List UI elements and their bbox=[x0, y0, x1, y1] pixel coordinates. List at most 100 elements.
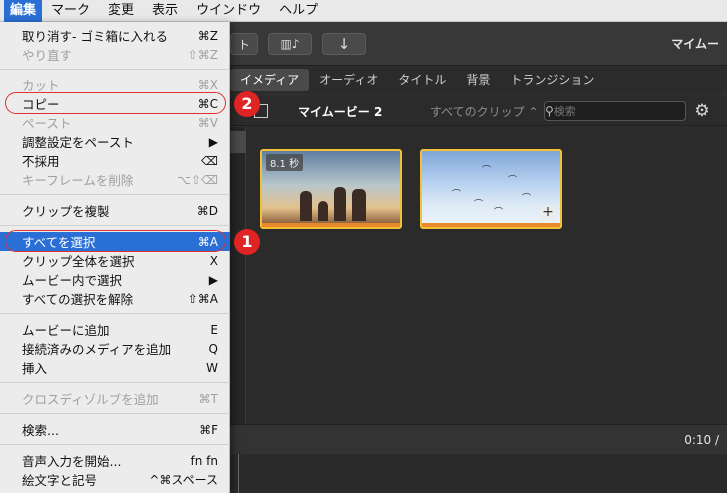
menu-item-duplicate-clip[interactable]: クリップを複製 ⌘D bbox=[0, 201, 230, 220]
menu-item-select-all[interactable]: すべてを選択 ⌘A bbox=[0, 232, 230, 251]
menu-item-reject[interactable]: 不採用 ⌫ bbox=[0, 151, 230, 170]
menu-item-shortcut: ⇧⌘A bbox=[187, 291, 218, 306]
menu-item-shortcut: Q bbox=[208, 341, 218, 356]
menu-item-label: 調整設定をペースト bbox=[22, 135, 134, 150]
submenu-arrow-icon: ▶ bbox=[208, 134, 218, 149]
sidebar-selected-item[interactable] bbox=[230, 131, 246, 153]
gear-icon[interactable]: ⚙ bbox=[692, 101, 712, 121]
clip-thumbnail-seagulls[interactable]: ⌒ ⌒ ⌒ ⌒ ⌒ ⌒ + bbox=[420, 149, 562, 229]
menu-item-label: クロスディゾルブを追加 bbox=[22, 392, 159, 407]
menu-item-label: 検索... bbox=[22, 423, 59, 438]
menu-separator bbox=[0, 313, 230, 314]
menu-item-shortcut: E bbox=[210, 322, 218, 337]
menu-edit[interactable]: 編集 bbox=[4, 0, 43, 22]
playhead[interactable] bbox=[238, 454, 239, 493]
menu-item-label: すべてを選択 bbox=[22, 235, 96, 250]
menu-item-copy[interactable]: コピー ⌘C bbox=[0, 94, 230, 113]
menu-item-label: キーフレームを削除 bbox=[22, 173, 134, 188]
menu-item-label: 取り消す- ゴミ箱に入れる bbox=[22, 29, 168, 44]
edit-menu: 取り消す- ゴミ箱に入れる ⌘Z やり直す ⇧⌘Z カット ⌘X コピー ⌘C ペースト… bbox=[0, 22, 230, 493]
toolbar-partial-button[interactable]: ト bbox=[230, 33, 258, 55]
menu-item-shortcut: ⌘C bbox=[197, 96, 218, 111]
timeline-header: 0:10 / bbox=[230, 424, 727, 454]
menu-separator bbox=[0, 382, 230, 383]
menu-item-paste: ペースト ⌘V bbox=[0, 113, 230, 132]
search-field[interactable]: ⚲ bbox=[544, 101, 699, 121]
menu-item-add-connected-media[interactable]: 接続済みのメディアを追加 Q bbox=[0, 339, 230, 358]
menu-bar: 編集 マーク 変更 表示 ウインドウ ヘルプ bbox=[0, 0, 727, 22]
menu-separator bbox=[0, 413, 230, 414]
clip-browser: 8.1 秒 ⌒ ⌒ ⌒ ⌒ ⌒ ⌒ + bbox=[246, 127, 727, 424]
film-music-icon: ▥♪ bbox=[280, 37, 300, 51]
menu-view[interactable]: 表示 bbox=[143, 0, 187, 22]
menu-help[interactable]: ヘルプ bbox=[270, 0, 327, 22]
menu-item-label: ペースト bbox=[22, 116, 72, 131]
menu-item-select-entire-clip[interactable]: クリップ全体を選択 X bbox=[0, 251, 230, 270]
menu-item-find[interactable]: 検索... ⌘F bbox=[0, 420, 230, 439]
menu-item-add-cross-dissolve: クロスディゾルブを追加 ⌘T bbox=[0, 389, 230, 408]
step-1-marker: 1 bbox=[234, 229, 260, 255]
timecode: 0:10 / bbox=[684, 433, 719, 447]
clip-thumbnail-family[interactable]: 8.1 秒 bbox=[260, 149, 402, 229]
menu-item-label: ムービーに追加 bbox=[22, 323, 110, 338]
menu-mark[interactable]: マーク bbox=[42, 0, 99, 22]
menu-item-deselect-all[interactable]: すべての選択を解除 ⇧⌘A bbox=[0, 289, 230, 308]
menu-separator bbox=[0, 69, 230, 70]
people-silhouettes bbox=[296, 183, 370, 221]
menu-item-paste-adjustments[interactable]: 調整設定をペースト ▶ bbox=[0, 132, 230, 151]
menu-item-shortcut: ⌘V bbox=[197, 115, 218, 130]
timeline[interactable] bbox=[230, 454, 727, 493]
menu-item-label: コピー bbox=[22, 97, 60, 112]
clip-used-bar bbox=[422, 223, 560, 227]
menu-modify[interactable]: 変更 bbox=[99, 0, 143, 22]
menu-item-shortcut: W bbox=[206, 360, 218, 375]
tab-audio[interactable]: オーディオ bbox=[309, 69, 388, 91]
menu-item-label: クリップを複製 bbox=[22, 204, 110, 219]
menu-item-label: クリップ全体を選択 bbox=[22, 254, 135, 269]
menu-item-label: カット bbox=[22, 78, 60, 93]
menu-item-shortcut: ⌥⇧⌫ bbox=[177, 172, 218, 187]
browser-tabs: イメディア オーディオ タイトル 背景 トランジション bbox=[230, 67, 727, 93]
menu-item-redo: やり直す ⇧⌘Z bbox=[0, 45, 230, 64]
tab-transitions[interactable]: トランジション bbox=[500, 69, 604, 91]
menu-item-add-to-movie[interactable]: ムービーに追加 E bbox=[0, 320, 230, 339]
menu-item-label: 挿入 bbox=[22, 361, 48, 376]
search-icon: ⚲ bbox=[545, 104, 554, 118]
menu-item-select-in-movie[interactable]: ムービー内で選択 ▶ bbox=[0, 270, 230, 289]
step-2-marker: 2 bbox=[234, 91, 260, 117]
menu-item-delete-keyframes: キーフレームを削除 ⌥⇧⌫ bbox=[0, 170, 230, 189]
menu-item-undo[interactable]: 取り消す- ゴミ箱に入れる ⌘Z bbox=[0, 26, 230, 45]
menu-item-shortcut: fn fn bbox=[190, 453, 218, 468]
library-sidebar bbox=[230, 127, 246, 424]
media-browser-button[interactable]: ▥♪ bbox=[268, 33, 312, 55]
menu-item-label: 絵文字と記号 bbox=[22, 473, 98, 488]
menu-item-shortcut: ⌘Z bbox=[197, 28, 218, 43]
tab-titles[interactable]: タイトル bbox=[388, 69, 456, 91]
menu-item-label: ムービー内で選択 bbox=[22, 273, 123, 288]
search-input[interactable] bbox=[553, 104, 699, 118]
menu-item-shortcut: ⌘X bbox=[197, 77, 218, 92]
clips-filter-dropdown[interactable]: すべてのクリップ ⌃ bbox=[430, 103, 539, 120]
download-arrow-icon: ↓ bbox=[337, 35, 351, 53]
menu-item-emoji-symbols[interactable]: 絵文字と記号 ^⌘スペース bbox=[0, 470, 230, 489]
submenu-arrow-icon: ▶ bbox=[208, 272, 218, 287]
menu-item-start-dictation[interactable]: 音声入力を開始... fn fn bbox=[0, 451, 230, 470]
clip-used-bar bbox=[262, 223, 400, 227]
menu-item-shortcut: ⌘D bbox=[196, 203, 218, 218]
menu-item-label: 不採用 bbox=[22, 154, 60, 169]
clip-duration-label: 8.1 秒 bbox=[266, 154, 304, 171]
menu-window[interactable]: ウインドウ bbox=[187, 0, 270, 22]
menu-item-shortcut: ⌘F bbox=[199, 422, 218, 437]
add-clip-icon[interactable]: + bbox=[540, 205, 556, 221]
menu-item-insert[interactable]: 挿入 W bbox=[0, 358, 230, 377]
tab-backgrounds[interactable]: 背景 bbox=[456, 69, 500, 91]
import-button[interactable]: ↓ bbox=[322, 33, 366, 55]
menu-item-label: やり直す bbox=[22, 48, 73, 63]
menu-item-label: 音声入力を開始... bbox=[22, 454, 122, 469]
menu-item-label: すべての選択を解除 bbox=[22, 292, 134, 307]
menu-item-label: 接続済みのメディアを追加 bbox=[22, 342, 172, 357]
menu-separator bbox=[0, 225, 230, 226]
menu-separator bbox=[0, 194, 230, 195]
menu-item-cut: カット ⌘X bbox=[0, 75, 230, 94]
tab-my-media[interactable]: イメディア bbox=[230, 69, 310, 91]
